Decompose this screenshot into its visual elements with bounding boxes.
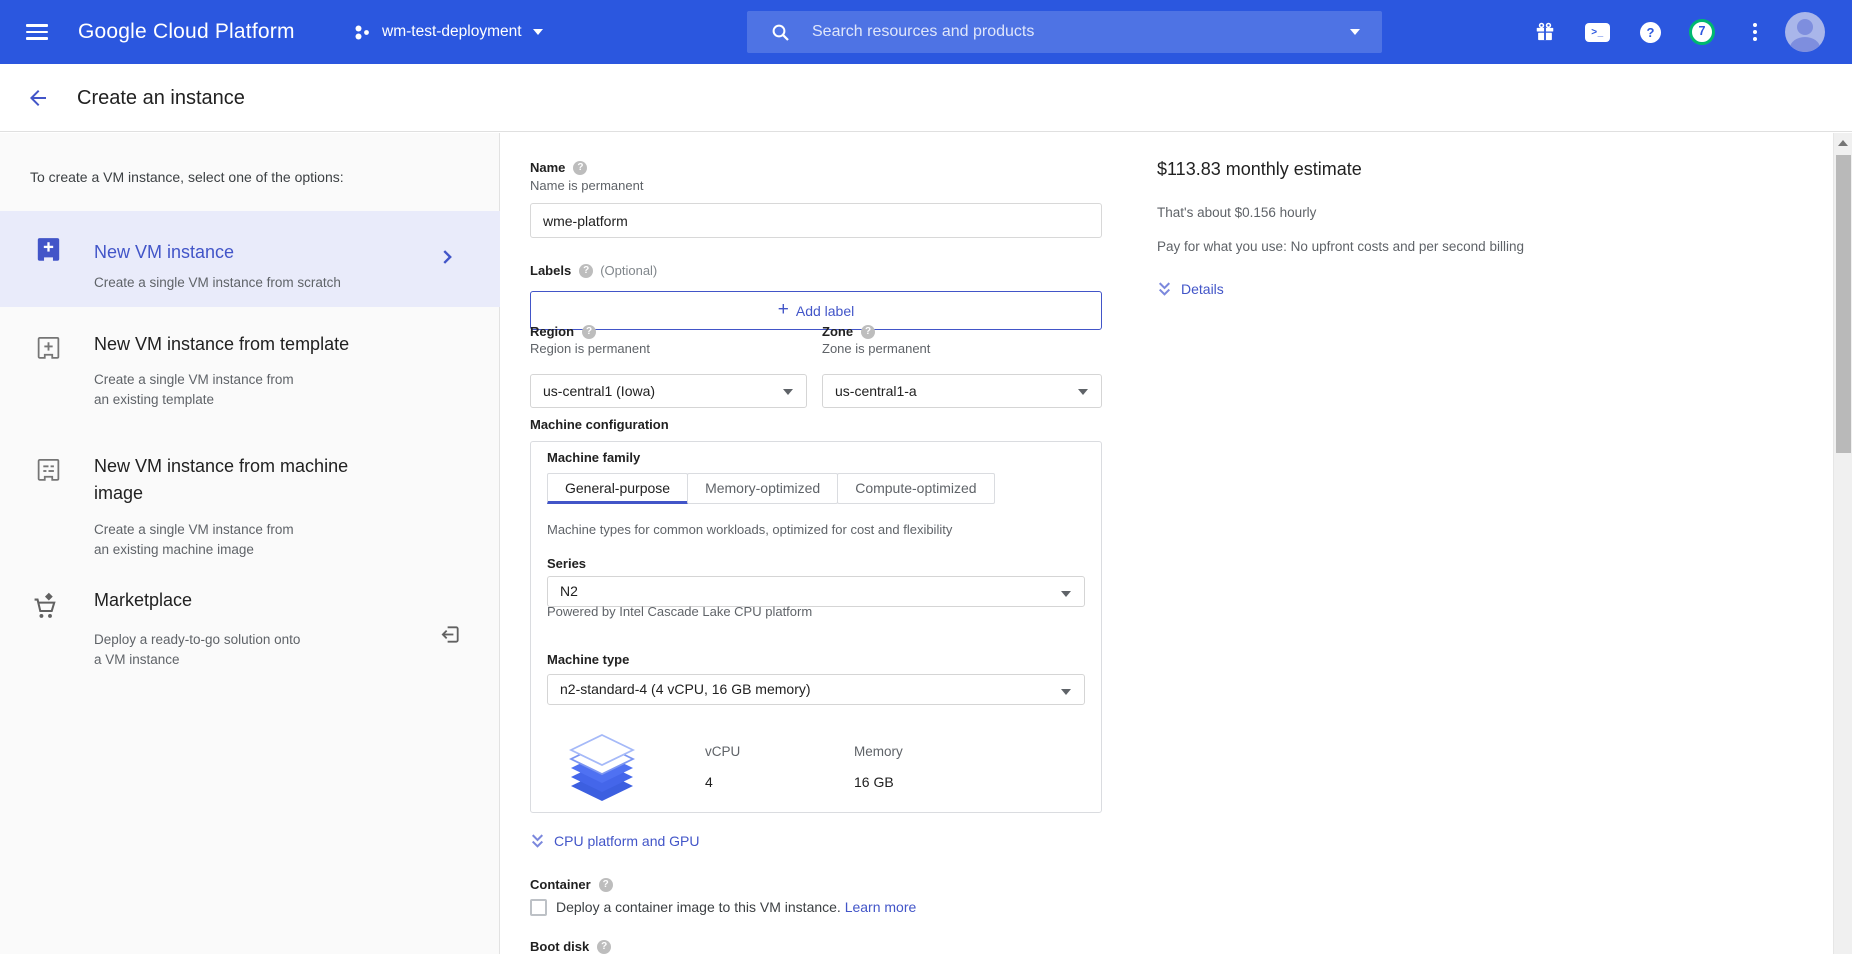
machine-layers-icon [569, 730, 635, 806]
gcp-console: Google Cloud Platform wm-test-deployment… [0, 0, 1852, 954]
tab-general-purpose[interactable]: General-purpose [547, 473, 688, 504]
chevron-right-icon [436, 246, 458, 268]
search-dropdown-icon[interactable] [1350, 29, 1360, 35]
labels-help-icon[interactable]: ? [579, 264, 593, 278]
page-title: Create an instance [77, 64, 245, 132]
chevron-down-icon [533, 29, 543, 35]
learn-more-link[interactable]: Learn more [845, 899, 917, 915]
add-label-button[interactable]: + Add label [530, 291, 1102, 330]
option-title: New VM instance from machine image [94, 453, 394, 507]
machine-type-select[interactable]: n2-standard-4 (4 vCPU, 16 GB memory) [547, 674, 1085, 705]
zone-select[interactable]: us-central1-a [822, 374, 1102, 408]
tab-compute-optimized[interactable]: Compute-optimized [837, 473, 994, 504]
plus-icon: + [778, 299, 789, 321]
project-icon [354, 24, 371, 41]
option-description: Create a single VM instance from an exis… [94, 370, 404, 410]
series-select[interactable]: N2 [547, 576, 1085, 607]
back-arrow-icon[interactable] [26, 86, 50, 110]
option-title: New VM instance from template [94, 331, 394, 358]
project-selector[interactable]: wm-test-deployment [354, 0, 543, 64]
region-note: Region is permanent [530, 341, 650, 356]
scroll-up-arrow[interactable] [1838, 140, 1848, 146]
monthly-estimate-title: $113.83 monthly estimate [1157, 159, 1362, 180]
region-select[interactable]: us-central1 (Iowa) [530, 374, 807, 408]
page-header: Create an instance [0, 64, 1852, 132]
machine-configuration-box: Machine family General-purpose Memory-op… [530, 441, 1102, 813]
labels-label: Labels? (Optional) [530, 263, 657, 278]
sidebar-item-new-vm-from-template[interactable]: New VM instance from template Create a s… [0, 327, 500, 437]
deploy-container-checkbox[interactable] [530, 899, 547, 916]
content-area: To create a VM instance, select one of t… [0, 133, 1852, 954]
sidebar-item-new-vm-instance[interactable]: New VM instance Create a single VM insta… [0, 211, 500, 307]
vertical-scrollbar[interactable] [1833, 133, 1852, 954]
cpu-platform-gpu-expander[interactable]: CPU platform and GPU [530, 833, 700, 849]
brand-logo[interactable]: Google Cloud Platform [78, 0, 295, 64]
notification-count-badge: 7 [1689, 19, 1715, 45]
name-help-icon[interactable]: ? [573, 161, 587, 175]
estimate-details-expander[interactable]: Details [1157, 281, 1224, 297]
tab-memory-optimized[interactable]: Memory-optimized [687, 473, 838, 504]
project-name: wm-test-deployment [382, 23, 522, 41]
container-help-icon[interactable]: ? [599, 878, 613, 892]
sidebar-intro-text: To create a VM instance, select one of t… [30, 169, 470, 185]
memory-label: Memory [854, 744, 903, 759]
sidebar-item-marketplace[interactable]: Marketplace Deploy a ready-to-go solutio… [0, 583, 500, 695]
option-description: Create a single VM instance from an exis… [94, 520, 404, 560]
machine-configuration-heading: Machine configuration [530, 417, 669, 432]
zone-help-icon[interactable]: ? [861, 325, 875, 339]
zone-note: Zone is permanent [822, 341, 930, 356]
scrollbar-thumb[interactable] [1836, 155, 1851, 453]
option-description: Create a single VM instance from scratch [94, 273, 404, 293]
region-label: Region? [530, 324, 596, 339]
option-title: New VM instance [94, 239, 394, 266]
zone-label: Zone? [822, 324, 875, 339]
open-marketplace-icon [439, 623, 462, 646]
container-text: Deploy a container image to this VM inst… [556, 899, 916, 915]
container-label: Container? [530, 877, 613, 892]
notifications-icon[interactable]: 7 [1689, 0, 1715, 64]
expand-double-chevron-icon [1157, 281, 1172, 297]
cloud-shell-icon[interactable]: >_ [1585, 0, 1610, 64]
name-label: Name? [530, 160, 587, 175]
hourly-estimate: That's about $0.156 hourly [1157, 205, 1316, 220]
search-icon [771, 23, 790, 42]
vm-instance-icon [36, 236, 61, 263]
gift-icon[interactable] [1533, 0, 1557, 64]
series-label: Series [547, 556, 586, 571]
region-help-icon[interactable]: ? [582, 325, 596, 339]
machine-family-label: Machine family [547, 450, 640, 465]
name-input[interactable] [530, 203, 1102, 238]
option-title: Marketplace [94, 587, 394, 614]
machine-family-tabs: General-purpose Memory-optimized Compute… [547, 473, 995, 504]
vm-template-icon [36, 335, 61, 362]
menu-icon[interactable] [26, 24, 48, 40]
vcpu-value: 4 [705, 774, 713, 790]
sidebar-item-new-vm-from-machine-image[interactable]: New VM instance from machine image Creat… [0, 449, 500, 567]
more-options-icon[interactable] [1747, 0, 1763, 64]
option-description: Deploy a ready-to-go solution onto a VM … [94, 630, 404, 670]
billing-note: Pay for what you use: No upfront costs a… [1157, 239, 1524, 254]
machine-type-label: Machine type [547, 652, 629, 667]
creation-options-sidebar: To create a VM instance, select one of t… [0, 133, 500, 954]
memory-value: 16 GB [854, 774, 894, 790]
machine-image-icon [36, 457, 61, 484]
machine-family-description: Machine types for common workloads, opti… [547, 522, 952, 537]
boot-disk-help-icon[interactable]: ? [597, 940, 611, 954]
series-note: Powered by Intel Cascade Lake CPU platfo… [547, 604, 812, 619]
boot-disk-label: Boot disk? [530, 939, 611, 954]
expand-double-chevron-icon [530, 833, 545, 849]
search-bar[interactable]: Search resources and products [747, 11, 1382, 53]
avatar[interactable] [1785, 0, 1825, 64]
search-placeholder: Search resources and products [812, 23, 1350, 41]
topbar: Google Cloud Platform wm-test-deployment… [0, 0, 1852, 64]
vcpu-label: vCPU [705, 744, 740, 759]
name-note: Name is permanent [530, 178, 643, 193]
marketplace-cart-icon [30, 591, 62, 623]
help-icon[interactable]: ? [1640, 0, 1661, 64]
